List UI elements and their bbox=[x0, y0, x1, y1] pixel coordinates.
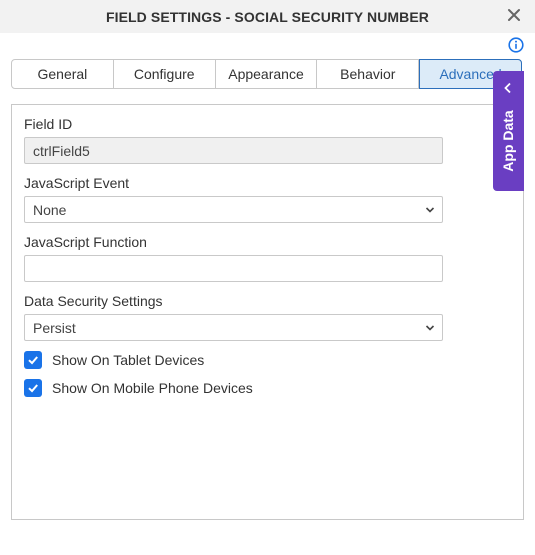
data-security-select[interactable]: Persist bbox=[24, 314, 443, 341]
checkmark-icon bbox=[28, 384, 38, 393]
js-function-label: JavaScript Function bbox=[24, 234, 147, 250]
js-event-label: JavaScript Event bbox=[24, 175, 130, 191]
show-tablet-checkbox[interactable] bbox=[24, 351, 42, 369]
field-id-label: Field ID bbox=[24, 116, 73, 132]
tab-general[interactable]: General bbox=[12, 60, 114, 88]
dialog-title: FIELD SETTINGS - SOCIAL SECURITY NUMBER bbox=[105, 9, 430, 25]
close-icon[interactable] bbox=[505, 6, 523, 24]
data-security-value: Persist bbox=[33, 319, 76, 336]
dialog-titlebar: FIELD SETTINGS - SOCIAL SECURITY NUMBER bbox=[0, 0, 535, 33]
app-data-toggle[interactable]: App Data bbox=[493, 71, 524, 191]
show-mobile-checkbox-row[interactable]: Show On Mobile Phone Devices bbox=[24, 379, 253, 397]
js-event-value: None bbox=[33, 201, 67, 218]
chevron-down-icon bbox=[425, 207, 435, 213]
settings-tabs: General Configure Appearance Behavior Ad… bbox=[11, 59, 522, 89]
tab-appearance[interactable]: Appearance bbox=[216, 60, 318, 88]
checkmark-icon bbox=[28, 356, 38, 365]
show-mobile-checkbox[interactable] bbox=[24, 379, 42, 397]
field-settings-dialog: FIELD SETTINGS - SOCIAL SECURITY NUMBER … bbox=[0, 0, 535, 555]
js-event-select[interactable]: None bbox=[24, 196, 443, 223]
show-tablet-checkbox-row[interactable]: Show On Tablet Devices bbox=[24, 351, 204, 369]
field-id-input[interactable]: ctrlField5 bbox=[24, 137, 443, 164]
js-function-input[interactable] bbox=[24, 255, 443, 282]
chevron-left-icon bbox=[504, 82, 511, 94]
info-icon[interactable] bbox=[508, 37, 524, 53]
tab-configure[interactable]: Configure bbox=[114, 60, 216, 88]
app-data-label: App Data bbox=[500, 110, 516, 172]
show-tablet-label: Show On Tablet Devices bbox=[52, 352, 205, 368]
chevron-down-icon bbox=[425, 325, 435, 331]
dialog-body: General Configure Appearance Behavior Ad… bbox=[0, 33, 535, 555]
field-id-value: ctrlField5 bbox=[33, 142, 90, 159]
data-security-label: Data Security Settings bbox=[24, 293, 163, 309]
advanced-panel: Field ID ctrlField5 JavaScript Event Non… bbox=[11, 104, 524, 520]
tab-behavior[interactable]: Behavior bbox=[317, 60, 420, 88]
show-mobile-label: Show On Mobile Phone Devices bbox=[52, 380, 253, 396]
